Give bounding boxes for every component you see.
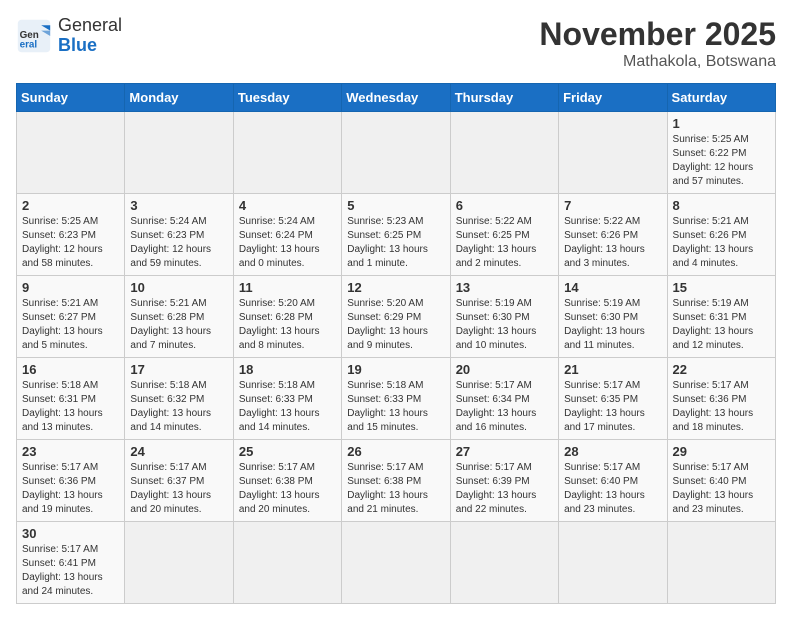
day-11: 11 Sunrise: 5:20 AM Sunset: 6:28 PM Dayl…: [233, 276, 341, 358]
empty-cell: [667, 522, 775, 604]
day-17: 17 Sunrise: 5:18 AM Sunset: 6:32 PM Dayl…: [125, 358, 233, 440]
day-27: 27 Sunrise: 5:17 AM Sunset: 6:39 PM Dayl…: [450, 440, 558, 522]
day-29: 29 Sunrise: 5:17 AM Sunset: 6:40 PM Dayl…: [667, 440, 775, 522]
header-friday: Friday: [559, 84, 667, 112]
empty-cell: [559, 522, 667, 604]
calendar-row-2: 2 Sunrise: 5:25 AM Sunset: 6:23 PM Dayli…: [17, 194, 776, 276]
month-title: November 2025: [539, 16, 776, 53]
calendar-row-5: 23 Sunrise: 5:17 AM Sunset: 6:36 PM Dayl…: [17, 440, 776, 522]
day-16: 16 Sunrise: 5:18 AM Sunset: 6:31 PM Dayl…: [17, 358, 125, 440]
empty-cell: [342, 112, 450, 194]
day-4: 4 Sunrise: 5:24 AM Sunset: 6:24 PM Dayli…: [233, 194, 341, 276]
empty-cell: [233, 522, 341, 604]
day-5: 5 Sunrise: 5:23 AM Sunset: 6:25 PM Dayli…: [342, 194, 450, 276]
day-18: 18 Sunrise: 5:18 AM Sunset: 6:33 PM Dayl…: [233, 358, 341, 440]
header-sunday: Sunday: [17, 84, 125, 112]
title-block: November 2025 Mathakola, Botswana: [539, 16, 776, 71]
logo-icon: Gen eral: [16, 18, 52, 54]
svg-text:eral: eral: [20, 39, 38, 50]
day-13: 13 Sunrise: 5:19 AM Sunset: 6:30 PM Dayl…: [450, 276, 558, 358]
day-8: 8 Sunrise: 5:21 AM Sunset: 6:26 PM Dayli…: [667, 194, 775, 276]
day-9: 9 Sunrise: 5:21 AM Sunset: 6:27 PM Dayli…: [17, 276, 125, 358]
empty-cell: [17, 112, 125, 194]
page-header: Gen eral General Blue November 2025 Math…: [16, 16, 776, 71]
header-wednesday: Wednesday: [342, 84, 450, 112]
day-2: 2 Sunrise: 5:25 AM Sunset: 6:23 PM Dayli…: [17, 194, 125, 276]
logo-text: General Blue: [58, 16, 122, 56]
calendar-row-4: 16 Sunrise: 5:18 AM Sunset: 6:31 PM Dayl…: [17, 358, 776, 440]
empty-cell: [342, 522, 450, 604]
day-14: 14 Sunrise: 5:19 AM Sunset: 6:30 PM Dayl…: [559, 276, 667, 358]
day-28: 28 Sunrise: 5:17 AM Sunset: 6:40 PM Dayl…: [559, 440, 667, 522]
day-23: 23 Sunrise: 5:17 AM Sunset: 6:36 PM Dayl…: [17, 440, 125, 522]
day-10: 10 Sunrise: 5:21 AM Sunset: 6:28 PM Dayl…: [125, 276, 233, 358]
calendar-row-3: 9 Sunrise: 5:21 AM Sunset: 6:27 PM Dayli…: [17, 276, 776, 358]
empty-cell: [125, 112, 233, 194]
header-tuesday: Tuesday: [233, 84, 341, 112]
day-26: 26 Sunrise: 5:17 AM Sunset: 6:38 PM Dayl…: [342, 440, 450, 522]
calendar-row-6: 30 Sunrise: 5:17 AM Sunset: 6:41 PM Dayl…: [17, 522, 776, 604]
day-15: 15 Sunrise: 5:19 AM Sunset: 6:31 PM Dayl…: [667, 276, 775, 358]
empty-cell: [559, 112, 667, 194]
header-saturday: Saturday: [667, 84, 775, 112]
day-6: 6 Sunrise: 5:22 AM Sunset: 6:25 PM Dayli…: [450, 194, 558, 276]
day-24: 24 Sunrise: 5:17 AM Sunset: 6:37 PM Dayl…: [125, 440, 233, 522]
weekday-header-row: Sunday Monday Tuesday Wednesday Thursday…: [17, 84, 776, 112]
empty-cell: [125, 522, 233, 604]
empty-cell: [450, 522, 558, 604]
day-12: 12 Sunrise: 5:20 AM Sunset: 6:29 PM Dayl…: [342, 276, 450, 358]
calendar-table: Sunday Monday Tuesday Wednesday Thursday…: [16, 83, 776, 604]
location: Mathakola, Botswana: [539, 53, 776, 71]
header-thursday: Thursday: [450, 84, 558, 112]
logo: Gen eral General Blue: [16, 16, 122, 56]
day-21: 21 Sunrise: 5:17 AM Sunset: 6:35 PM Dayl…: [559, 358, 667, 440]
day-22: 22 Sunrise: 5:17 AM Sunset: 6:36 PM Dayl…: [667, 358, 775, 440]
calendar-row-1: 1 Sunrise: 5:25 AM Sunset: 6:22 PM Dayli…: [17, 112, 776, 194]
day-25: 25 Sunrise: 5:17 AM Sunset: 6:38 PM Dayl…: [233, 440, 341, 522]
header-monday: Monday: [125, 84, 233, 112]
day-20: 20 Sunrise: 5:17 AM Sunset: 6:34 PM Dayl…: [450, 358, 558, 440]
day-30: 30 Sunrise: 5:17 AM Sunset: 6:41 PM Dayl…: [17, 522, 125, 604]
day-19: 19 Sunrise: 5:18 AM Sunset: 6:33 PM Dayl…: [342, 358, 450, 440]
day-3: 3 Sunrise: 5:24 AM Sunset: 6:23 PM Dayli…: [125, 194, 233, 276]
empty-cell: [233, 112, 341, 194]
day-7: 7 Sunrise: 5:22 AM Sunset: 6:26 PM Dayli…: [559, 194, 667, 276]
day-1: 1 Sunrise: 5:25 AM Sunset: 6:22 PM Dayli…: [667, 112, 775, 194]
empty-cell: [450, 112, 558, 194]
